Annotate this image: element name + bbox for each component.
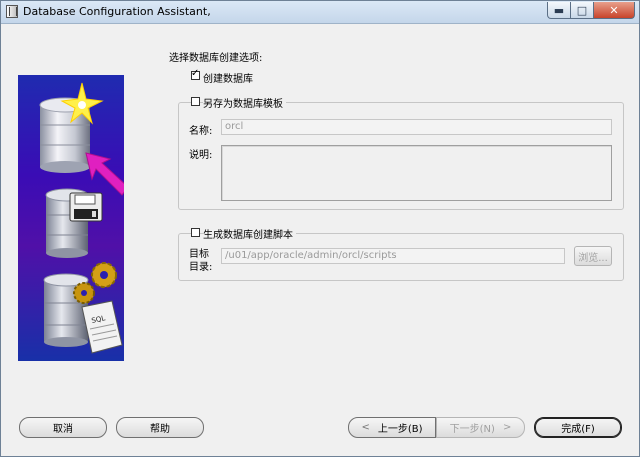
template-name-label: 名称: bbox=[189, 126, 213, 137]
save-template-checkbox[interactable] bbox=[191, 97, 200, 106]
template-description-textarea[interactable] bbox=[221, 145, 612, 201]
finish-button[interactable]: 完成(F) bbox=[534, 417, 622, 438]
minimize-button[interactable]: ▬ bbox=[547, 2, 571, 19]
back-button-label: 上一步(B) bbox=[377, 424, 423, 435]
arrow-icon bbox=[85, 152, 124, 196]
create-db-checkbox[interactable]: ✓ bbox=[191, 68, 200, 80]
template-description-label: 说明: bbox=[189, 150, 213, 161]
close-button[interactable]: ✕ bbox=[593, 2, 635, 19]
checkmark-icon: ✓ bbox=[191, 68, 200, 79]
chevron-left-icon: < bbox=[361, 422, 370, 433]
floppy-disk-icon bbox=[69, 192, 103, 222]
template-name-input[interactable]: orcl bbox=[221, 119, 612, 135]
sql-scroll-icon: SQL bbox=[81, 300, 123, 354]
database-illustration-icon: SQL bbox=[39, 82, 124, 354]
chevron-right-icon: > bbox=[502, 422, 512, 433]
dca-window: Database Configuration Assistant, ▬ □ ✕ bbox=[0, 0, 640, 457]
wizard-illustration: SQL bbox=[18, 75, 124, 361]
help-button[interactable]: 帮助 bbox=[116, 417, 204, 438]
options-heading: 选择数据库创建选项: bbox=[169, 53, 263, 64]
next-button[interactable]: 下一步(N) > bbox=[436, 417, 525, 438]
cancel-button[interactable]: 取消 bbox=[19, 417, 107, 438]
destination-directory-input[interactable]: /u01/app/oracle/admin/orcl/scripts bbox=[221, 248, 565, 264]
back-button[interactable]: < 上一步(B) bbox=[348, 417, 436, 438]
generate-scripts-label: 生成数据库创建脚本 bbox=[203, 226, 296, 241]
window-title: Database Configuration Assistant, bbox=[23, 5, 211, 18]
client-area: SQL 选择数据库创建选项: ✓ 创建数据库 另存为数据库模板 名称: orcl… bbox=[6, 25, 634, 451]
browse-button[interactable]: 浏览... bbox=[574, 246, 612, 266]
next-button-label: 下一步(N) bbox=[449, 424, 495, 435]
destination-label-line2: 目录: bbox=[189, 262, 213, 273]
app-icon bbox=[6, 5, 18, 18]
generate-scripts-checkbox[interactable] bbox=[191, 228, 200, 237]
save-template-label: 另存为数据库模板 bbox=[203, 95, 286, 110]
maximize-button[interactable]: □ bbox=[570, 2, 594, 19]
title-bar[interactable]: Database Configuration Assistant, ▬ □ ✕ bbox=[1, 1, 639, 24]
create-db-label: 创建数据库 bbox=[203, 74, 253, 85]
